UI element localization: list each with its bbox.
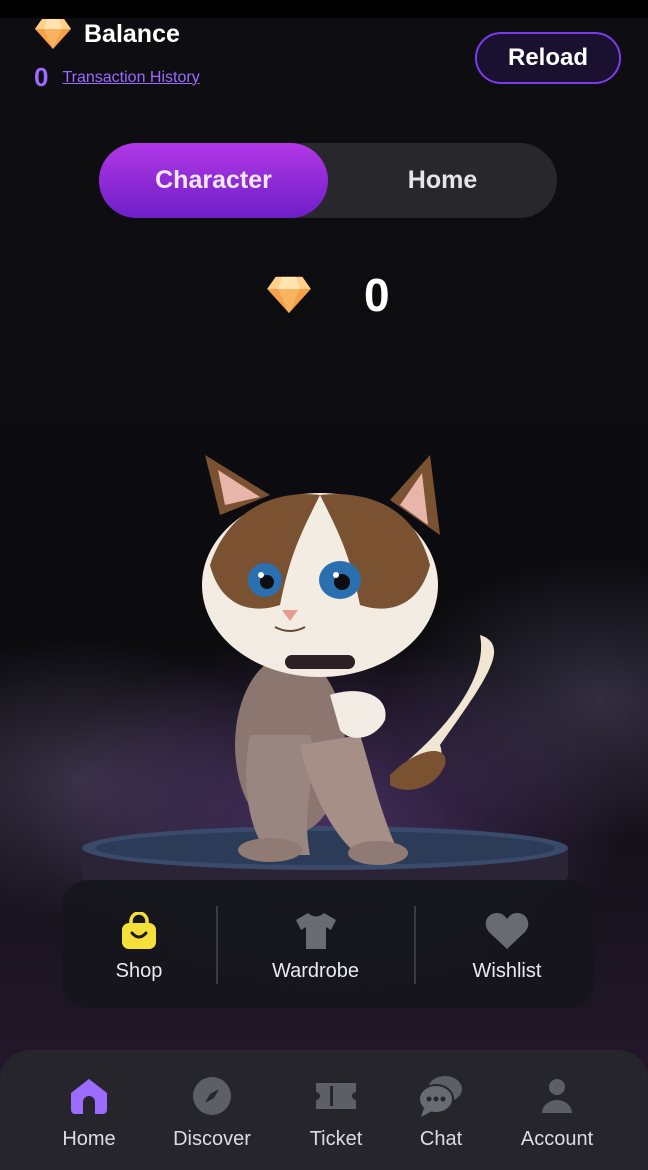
heart-icon [485, 912, 529, 949]
nav-discover-label: Discover [173, 1128, 251, 1150]
balance-header: Balance [34, 18, 180, 50]
nav-home-label: Home [62, 1128, 116, 1150]
nav-chat-label: Chat [419, 1128, 463, 1150]
wardrobe-button[interactable]: Wardrobe [248, 880, 383, 1008]
ticket-icon [316, 1083, 356, 1109]
balance-summary: 0 Transaction History [34, 62, 200, 93]
transaction-history-link[interactable]: Transaction History [62, 69, 199, 87]
nav-account[interactable]: Account [508, 1050, 606, 1166]
balance-value: 0 [34, 62, 49, 92]
gem-icon [35, 19, 71, 49]
tshirt-icon [295, 912, 336, 949]
shop-button[interactable]: Shop [84, 880, 194, 1008]
nav-ticket-label: Ticket [309, 1128, 363, 1150]
shop-label: Shop [115, 959, 163, 982]
nav-home[interactable]: Home [40, 1050, 138, 1166]
balance-title: Balance [84, 19, 180, 48]
reload-button[interactable]: Reload [475, 32, 621, 84]
home-icon [71, 1079, 107, 1114]
action-divider [414, 906, 416, 984]
chat-icon [418, 1076, 462, 1117]
user-icon [542, 1079, 572, 1113]
wardrobe-label: Wardrobe [271, 959, 360, 982]
status-bar [0, 0, 648, 18]
wishlist-label: Wishlist [472, 959, 542, 982]
character-actions-panel: Shop Wardrobe Wishlist [62, 880, 595, 1008]
bottom-navigation: Home Discover Ticket Chat Account [0, 1050, 648, 1170]
nav-account-label: Account [520, 1128, 594, 1150]
gem-icon [267, 276, 311, 314]
toggle-home[interactable]: Home [328, 143, 557, 218]
gem-counter: 0 [266, 268, 390, 322]
gem-count: 0 [364, 269, 390, 321]
compass-icon [193, 1077, 231, 1115]
nav-chat[interactable]: Chat [402, 1050, 480, 1166]
action-divider [216, 906, 218, 984]
cat-character [202, 455, 495, 865]
wishlist-button[interactable]: Wishlist [447, 880, 567, 1008]
shopping-bag-icon [122, 911, 156, 949]
nav-discover[interactable]: Discover [162, 1050, 262, 1166]
nav-ticket[interactable]: Ticket [292, 1050, 380, 1166]
toggle-character[interactable]: Character [99, 143, 328, 218]
view-toggle: Character Home [99, 143, 557, 218]
